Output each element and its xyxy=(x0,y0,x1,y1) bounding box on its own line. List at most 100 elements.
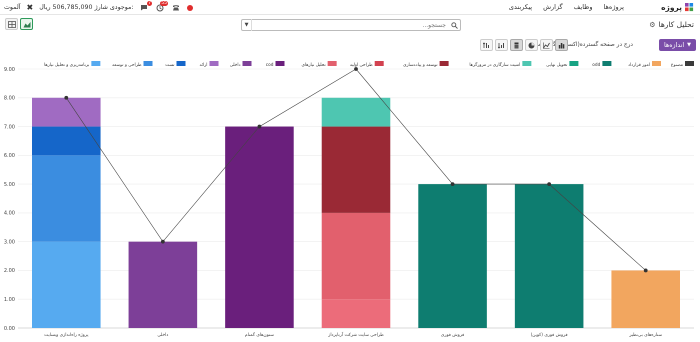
view-switcher xyxy=(5,18,33,30)
graph-view-button[interactable] xyxy=(20,18,33,30)
brand[interactable]: پروژه xyxy=(661,2,694,13)
trend-point xyxy=(643,268,648,273)
control-panel: ▼ تحلیل کارها ⚙ xyxy=(0,15,700,35)
menu-item-reports[interactable]: گزارش xyxy=(543,3,563,11)
legend-label: مصنوع xyxy=(671,63,683,68)
page-title-text: تحلیل کارها xyxy=(658,20,694,29)
legend-swatch xyxy=(522,61,532,66)
legend-swatch xyxy=(374,61,384,66)
activity-count-badge: 55 xyxy=(159,1,169,6)
trend-point xyxy=(160,239,165,244)
y-tick-label: 5.00 xyxy=(4,182,15,188)
sort-asc-button[interactable] xyxy=(480,39,493,51)
bar-segment xyxy=(128,241,198,328)
x-category-label: ستون‌های گمنام xyxy=(245,332,274,338)
gear-icon[interactable]: ⚙ xyxy=(649,21,655,29)
filter-dropdown-icon[interactable]: ▼ xyxy=(242,19,252,31)
table-icon xyxy=(7,20,16,28)
pie-chart-icon xyxy=(528,42,535,48)
bar-chart: مصنوع امور قرارداد odd تحویل نهایی امنیت ساز… xyxy=(4,61,694,338)
y-tick-label: 2.00 xyxy=(4,268,15,274)
trend-point xyxy=(257,124,262,129)
y-tick-label: 0.00 xyxy=(4,326,15,332)
x-category-label: فروش فوری (کوپن) xyxy=(531,332,568,338)
area-chart-icon xyxy=(23,21,30,27)
bar-segment xyxy=(321,97,391,127)
debug-tools-icon[interactable]: ✖ xyxy=(27,3,34,12)
legend-swatch xyxy=(652,61,661,66)
x-category-label: داخلی xyxy=(157,333,168,338)
x-category-label: ستاره‌های بی‌نظیر xyxy=(628,333,662,338)
bar-segment xyxy=(418,184,487,328)
activity-icon[interactable]: 55 xyxy=(155,1,169,12)
brand-name: پروژه xyxy=(661,3,682,12)
navbar-right-panel: آلموت ✖ ریال 506,785,090 موجودی شارژ: 7 … xyxy=(4,1,194,13)
legend-label: تحلیل نیازهای xyxy=(302,63,327,68)
search-input[interactable] xyxy=(252,20,448,30)
menu-item-tasks[interactable]: وظایف xyxy=(574,3,593,11)
x-axis-labels: پروژه راه‌اندازی وبسایت داخلی ستون‌های گمن… xyxy=(44,332,662,338)
y-tick-label: 6.00 xyxy=(4,153,15,159)
bar-segment xyxy=(225,126,294,328)
legend-swatch xyxy=(569,61,579,66)
search-icon[interactable] xyxy=(448,21,460,29)
legend-label: تحویل نهایی xyxy=(546,63,568,68)
legend-swatch xyxy=(685,61,694,66)
sort-desc-icon xyxy=(498,42,504,49)
legend-label: odd xyxy=(592,62,600,68)
legend-swatch xyxy=(602,61,612,66)
stacked-icon xyxy=(514,42,519,48)
status-icon[interactable] xyxy=(187,4,194,11)
bar-segment xyxy=(611,270,680,328)
legend-swatch xyxy=(176,61,186,66)
legend-label: cod xyxy=(266,62,274,68)
legend-label: طراحی اولیه xyxy=(350,63,373,68)
legend-label: برنامه‌ریزی و تحلیل نیازها xyxy=(44,63,89,68)
trend-point xyxy=(64,95,69,100)
wallet-amount: 506,785,090 xyxy=(52,4,93,11)
measures-button[interactable]: اندازه‌ها ▼ xyxy=(659,39,696,51)
search-box: ▼ xyxy=(241,19,461,31)
bar-segment xyxy=(32,126,101,156)
bar-segment xyxy=(321,212,391,300)
sort-desc-button[interactable] xyxy=(495,39,508,51)
apps-icon[interactable] xyxy=(685,3,694,12)
bar-segment xyxy=(321,126,391,213)
measures-label: اندازه‌ها xyxy=(664,41,685,49)
phone-icon[interactable] xyxy=(171,3,181,12)
legend-label: امور قرارداد xyxy=(628,63,650,68)
chart-toolbar: اندازه‌ها ▼ درج در صفحه گسترده(اکسل/گوگل… xyxy=(0,38,700,53)
pie-chart-button[interactable] xyxy=(525,39,538,51)
trend-point xyxy=(450,182,455,187)
wallet-label: موجودی شارژ: xyxy=(94,4,134,11)
legend-swatch xyxy=(91,61,101,66)
user-name[interactable]: آلموت xyxy=(4,4,21,11)
y-tick-label: 9.00 xyxy=(4,67,15,73)
legend-label: امنیت سازگاری در مرورگرها xyxy=(469,62,520,68)
menu-item-config[interactable]: پیکربندی xyxy=(509,3,532,11)
y-tick-label: 8.00 xyxy=(4,96,15,102)
pivot-view-button[interactable] xyxy=(5,18,18,30)
legend-swatch xyxy=(209,61,219,66)
trend-point xyxy=(354,67,358,71)
bar-chart-icon xyxy=(558,42,565,48)
x-category-label: پروژه راه‌اندازی وبسایت xyxy=(44,333,89,338)
bar-chart-button[interactable] xyxy=(555,39,568,51)
x-category-label: فروش فوری xyxy=(441,333,464,338)
stacked-toggle-button[interactable] xyxy=(510,39,523,51)
bar-segment xyxy=(32,241,101,328)
legend-swatch xyxy=(242,61,252,66)
sort-asc-icon xyxy=(483,41,489,48)
legend-swatch xyxy=(327,61,337,66)
legend-label: ارائه xyxy=(200,63,208,68)
bar-segment xyxy=(321,299,391,328)
bar-segment xyxy=(32,155,101,242)
chart-tools xyxy=(480,39,568,51)
chat-icon[interactable]: 7 xyxy=(139,1,153,12)
menu-item-projects[interactable]: پروژه‌ها xyxy=(604,3,625,11)
top-navbar: پروژه پروژه‌ها وظایف گزارش پیکربندی آلمو… xyxy=(0,0,700,15)
page-title: تحلیل کارها ⚙ xyxy=(649,20,694,29)
line-chart-button[interactable] xyxy=(540,39,553,51)
caret-down-icon: ▼ xyxy=(687,42,691,48)
trend-point xyxy=(547,182,552,187)
